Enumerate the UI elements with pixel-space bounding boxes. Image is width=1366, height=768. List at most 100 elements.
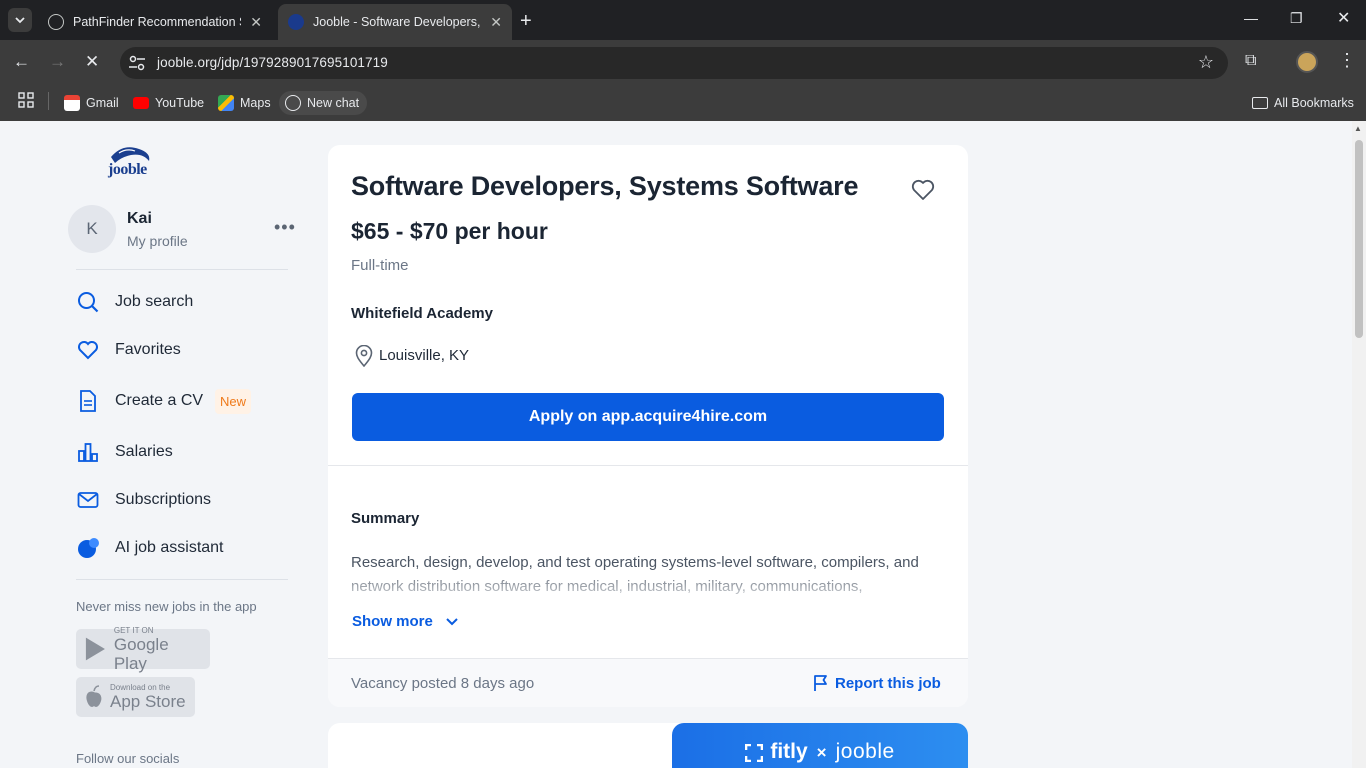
bookmark-youtube[interactable]: YouTube [133,91,204,115]
app-store-button[interactable]: Download on the App Store [76,677,195,717]
google-play-button[interactable]: GET IT ON Google Play [76,625,210,673]
nav-label: Favorites [115,341,181,358]
forward-icon[interactable]: → [49,52,66,72]
openai-icon [285,95,301,111]
my-profile-link[interactable]: My profile [127,233,188,249]
divider [76,579,288,580]
menu-icon[interactable]: ⋮ [1338,50,1356,71]
chevron-down-icon [446,617,458,625]
nav-job-search[interactable]: Job search [76,286,193,318]
all-bookmarks[interactable]: All Bookmarks [1252,91,1354,115]
maps-icon [218,95,234,111]
page-viewport: jooble K Kai My profile ••• Job search F… [0,121,1352,768]
divider [76,269,288,270]
profile-avatar[interactable] [1296,51,1318,73]
apply-button[interactable]: Apply on app.acquire4hire.com [352,393,944,441]
jooble-logo[interactable]: jooble [105,143,155,181]
close-tab-icon[interactable]: ✕ [490,14,502,31]
bookmark-new-chat[interactable]: New chat [279,91,368,115]
nav-favorites[interactable]: Favorites [76,334,181,366]
close-window-icon[interactable]: ✕ [1337,8,1350,28]
apps-icon[interactable] [18,92,34,113]
divider [328,465,968,466]
store-big-text: Google Play [113,634,169,673]
company-name[interactable]: Whitefield Academy [351,305,493,322]
show-more-button[interactable]: Show more [352,613,459,630]
nav-subscriptions[interactable]: Subscriptions [76,484,211,516]
summary-fade [340,577,960,607]
folder-icon [1252,97,1268,109]
bookmark-label: New chat [307,96,360,110]
tab-pathfinder[interactable]: PathFinder Recommendation Sy ✕ [38,4,272,40]
nav-label: Create a CV [115,392,204,409]
store-small-text: GET IT ON [113,625,154,635]
nav-label: AI job assistant [115,539,224,556]
report-job-link[interactable]: Report this job [813,674,941,692]
more-options-icon[interactable]: ••• [274,217,296,238]
restore-icon[interactable]: ❐ [1290,10,1303,27]
scrollbar-thumb[interactable] [1355,140,1363,338]
minimize-icon[interactable]: — [1244,10,1258,26]
promo-card: fitly × jooble [328,723,968,768]
new-badge: New [215,388,252,414]
store-small-text: Download on the [110,683,171,692]
times-sign: × [816,743,827,762]
follow-socials-text: Follow our socials [76,751,180,766]
nav-label: Job search [115,293,194,310]
job-title: Software Developers, Systems Software [351,171,859,201]
logo-text: jooble [108,161,147,178]
extensions-icon[interactable]: ⧉ [1245,52,1256,70]
bookmark-label: YouTube [155,96,205,110]
app-promo-text: Never miss new jobs in the app [76,599,257,614]
posted-date: Vacancy posted 8 days ago [351,675,535,692]
location-pin-icon [355,345,373,367]
all-bookmarks-label: All Bookmarks [1274,96,1354,110]
bookmark-star-icon[interactable]: ☆ [1198,52,1214,73]
divider [48,92,49,110]
jooble-favicon-icon [288,14,304,30]
avatar[interactable]: K [68,205,116,253]
fitly-banner[interactable]: fitly × jooble [672,723,968,768]
user-name[interactable]: Kai [127,210,152,228]
job-location: Louisville, KY [379,347,470,364]
summary-title: Summary [351,510,420,527]
favorite-heart-icon[interactable] [910,177,936,203]
nav-create-cv[interactable]: Create a CV New [76,385,252,417]
bookmark-gmail[interactable]: Gmail [64,91,119,115]
nav-label: Salaries [115,443,173,460]
fitly-logo-icon [745,744,764,762]
report-label: Report this job [835,674,941,692]
close-tab-icon[interactable]: ✕ [250,14,262,31]
tab-jooble[interactable]: Jooble - Software Developers, S ✕ [278,4,512,40]
heart-icon [76,338,100,362]
bookmark-label: Gmail [86,96,119,110]
bookmark-maps[interactable]: Maps [218,91,271,115]
nav-salaries[interactable]: Salaries [76,436,173,468]
mail-icon [76,488,100,512]
gmail-icon [64,95,80,111]
scroll-up-icon[interactable]: ▲ [1354,124,1362,133]
job-type: Full-time [351,257,409,274]
stop-icon[interactable]: ✕ [85,52,99,72]
ai-assistant-icon [76,536,100,560]
job-salary: $65 - $70 per hour [351,218,548,244]
nav-ai-assistant[interactable]: AI job assistant [76,532,224,564]
tab-title: Jooble - Software Developers, S [313,15,481,29]
apple-icon [86,685,102,707]
google-play-icon [85,637,105,661]
address-bar[interactable]: jooble.org/jdp/1979289017695101719 ☆ [120,47,1228,79]
search-icon [76,290,100,314]
tab-search-button[interactable] [8,8,32,32]
fitly-text: fitly [770,740,808,763]
youtube-icon [133,97,149,109]
new-tab-icon[interactable]: + [520,10,532,33]
jooble-text: jooble [835,740,895,763]
bookmark-label: Maps [240,96,271,110]
tab-title: PathFinder Recommendation Sy [73,15,241,29]
store-big-text: App Store [110,692,186,711]
site-settings-icon[interactable] [128,55,146,71]
back-icon[interactable]: ← [13,52,30,72]
globe-icon [48,14,64,30]
bar-chart-icon [76,440,100,464]
chevron-down-icon [15,17,25,24]
